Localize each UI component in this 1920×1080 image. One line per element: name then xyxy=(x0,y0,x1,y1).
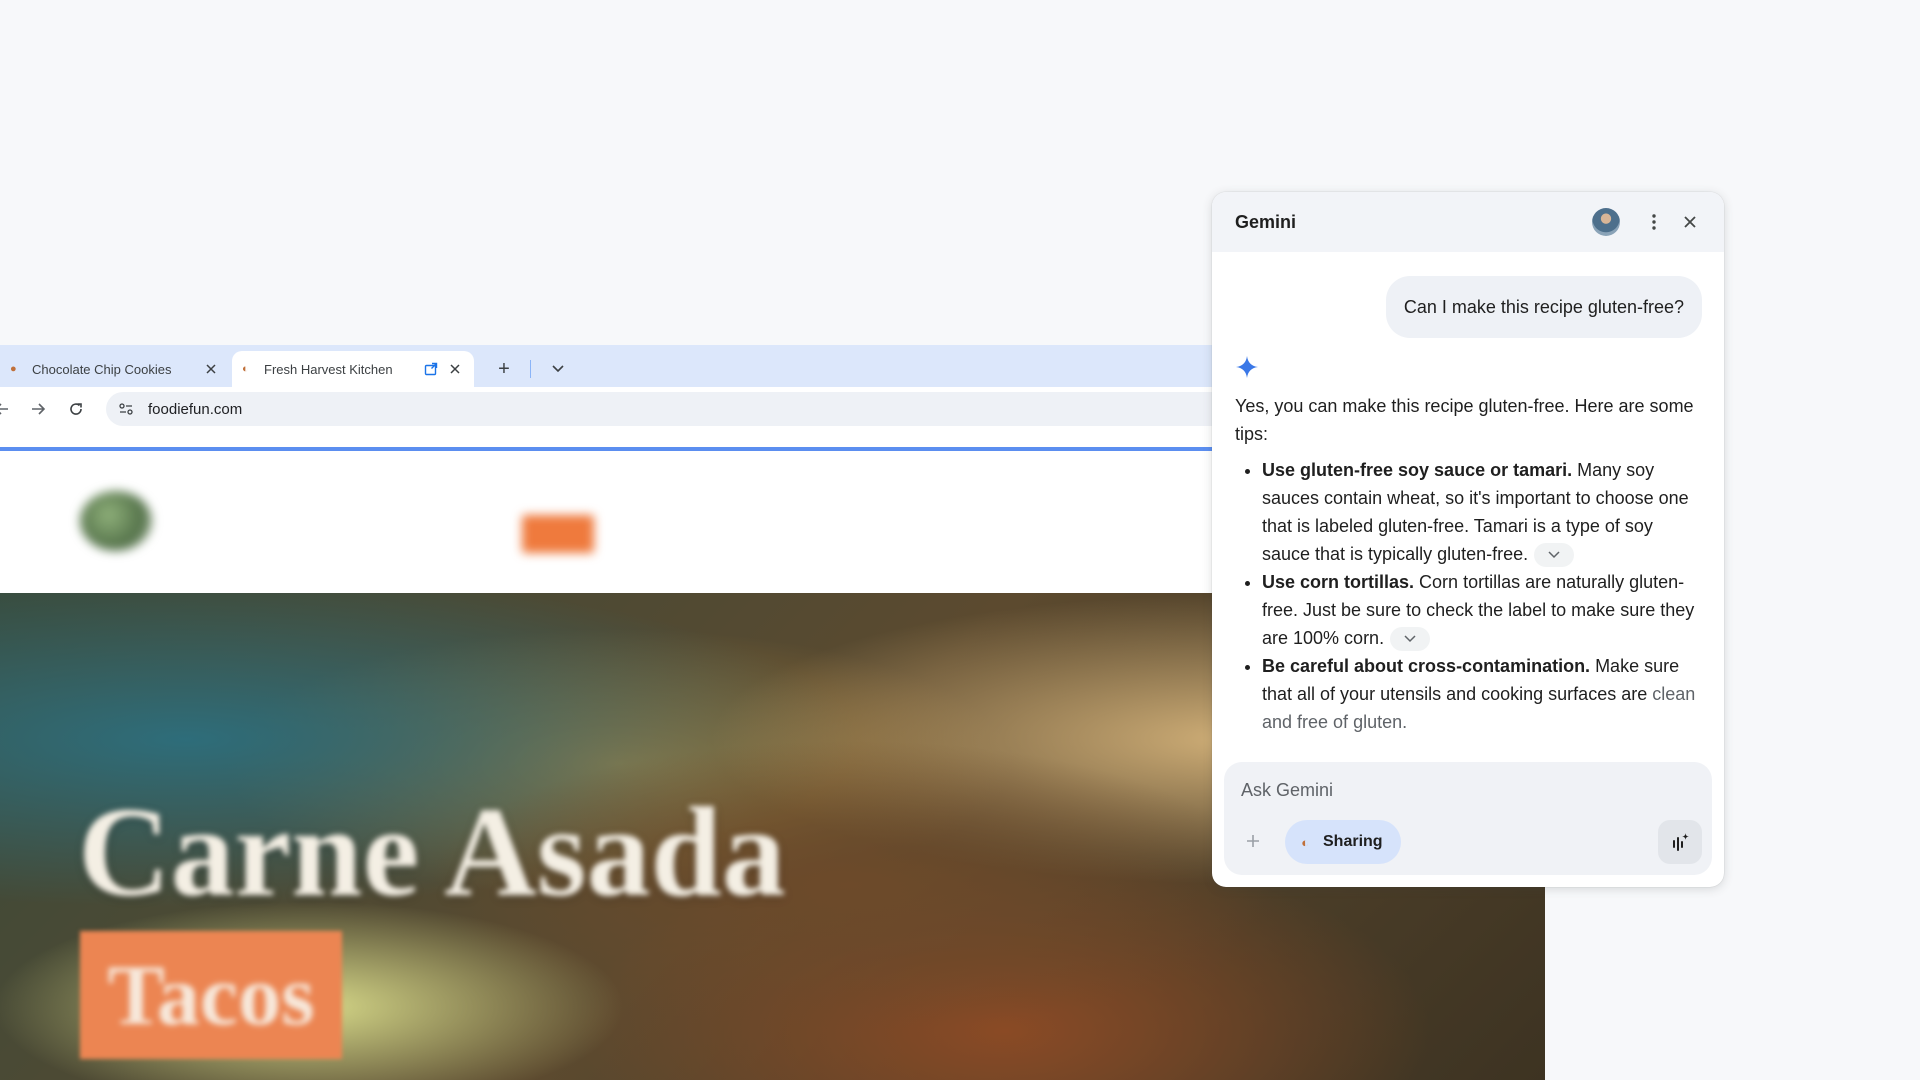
gemini-title: Gemini xyxy=(1235,211,1297,232)
close-tab-icon[interactable] xyxy=(446,360,464,378)
site-nav-item[interactable] xyxy=(721,515,779,553)
tab-chocolate-chip-cookies[interactable]: ● Chocolate Chip Cookies xyxy=(0,351,230,387)
site-info-icon[interactable] xyxy=(116,399,136,419)
hero-title: Carne Asada xyxy=(78,781,786,923)
expand-source-button[interactable] xyxy=(1390,627,1431,652)
address-url: foodiefun.com xyxy=(148,400,243,418)
gemini-panel: Gemini Can I make this recipe gluten-fre… xyxy=(1212,192,1724,887)
sharing-chip[interactable]: ◐ Sharing xyxy=(1285,820,1401,864)
expand-source-button[interactable] xyxy=(1534,543,1575,568)
tips-list: Use gluten-free soy sauce or tamari. Man… xyxy=(1235,456,1703,736)
tab-title: Fresh Harvest Kitchen xyxy=(264,361,393,377)
arrow-left-icon xyxy=(0,403,8,415)
reload-button[interactable] xyxy=(64,397,88,421)
arrow-right-icon xyxy=(32,403,46,415)
forward-button[interactable] xyxy=(26,397,50,421)
back-button[interactable] xyxy=(0,397,14,421)
tip-heading: Use gluten-free soy sauce or tamari. xyxy=(1262,460,1573,480)
chevron-down-icon xyxy=(1548,551,1560,559)
site-logo xyxy=(80,491,152,551)
tip-heading: Use corn tortillas. xyxy=(1262,572,1415,592)
more-vert-icon xyxy=(1652,214,1656,230)
close-tab-icon[interactable] xyxy=(202,360,220,378)
hero-badge-text: Tacos xyxy=(107,947,315,1043)
sharing-label: Sharing xyxy=(1323,833,1383,850)
reload-icon xyxy=(70,403,82,415)
audio-spark-icon xyxy=(1673,833,1689,851)
site-nav-item[interactable] xyxy=(898,515,956,553)
cookie-favicon-icon: ● xyxy=(10,363,17,375)
site-nav-item[interactable] xyxy=(807,515,870,553)
gemini-response: Yes, you can make this recipe gluten-fre… xyxy=(1235,392,1703,736)
site-nav xyxy=(522,515,956,553)
address-bar[interactable]: foodiefun.com xyxy=(106,392,1246,426)
list-item: Use corn tortillas. Corn tortillas are n… xyxy=(1262,568,1703,652)
close-icon xyxy=(1684,216,1696,228)
taco-favicon-icon: ◐ xyxy=(1301,834,1309,850)
site-nav-item[interactable] xyxy=(522,515,594,553)
new-tab-button[interactable]: + xyxy=(492,357,516,381)
chevron-down-icon xyxy=(1404,635,1416,643)
hero-badge: Tacos xyxy=(80,931,342,1059)
gemini-spark-icon xyxy=(1236,356,1258,378)
list-item: Be careful about cross-contamination. Ma… xyxy=(1262,652,1703,736)
close-panel-button[interactable] xyxy=(1676,208,1704,236)
tab-fresh-harvest-kitchen[interactable]: ◐ Fresh Harvest Kitchen xyxy=(232,351,474,387)
taco-favicon-icon: ◐ xyxy=(242,363,249,375)
chevron-down-icon xyxy=(552,365,564,373)
ask-gemini-input[interactable]: Ask Gemini ◐ Sharing xyxy=(1224,762,1712,875)
gemini-header: Gemini xyxy=(1212,192,1724,252)
site-nav-item[interactable] xyxy=(622,515,694,553)
avatar[interactable] xyxy=(1592,208,1620,236)
more-options-button[interactable] xyxy=(1640,208,1668,236)
add-button[interactable] xyxy=(1241,829,1265,853)
tip-heading: Be careful about cross-contamination. xyxy=(1262,656,1591,676)
input-placeholder: Ask Gemini xyxy=(1241,780,1334,800)
tab-search-button[interactable] xyxy=(546,357,570,381)
tab-separator xyxy=(530,360,531,378)
response-intro: Yes, you can make this recipe gluten-fre… xyxy=(1235,396,1694,444)
tab-title: Chocolate Chip Cookies xyxy=(32,361,172,377)
list-item: Use gluten-free soy sauce or tamari. Man… xyxy=(1262,456,1703,568)
shared-tab-icon[interactable] xyxy=(422,360,440,378)
plus-icon xyxy=(1247,835,1259,847)
gemini-live-button[interactable] xyxy=(1658,820,1702,864)
user-message-bubble: Can I make this recipe gluten-free? xyxy=(1385,276,1702,338)
